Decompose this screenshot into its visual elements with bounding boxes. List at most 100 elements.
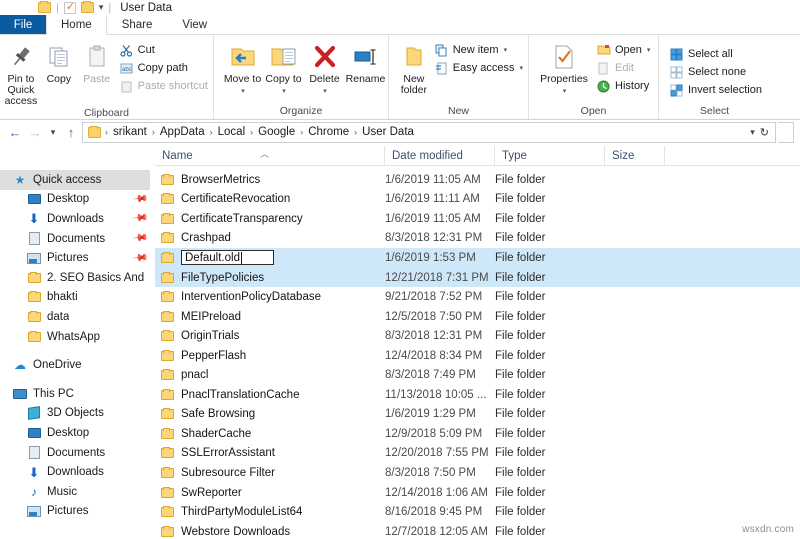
- sidebar-item-this-pc[interactable]: This PC: [0, 384, 150, 404]
- rename-button[interactable]: Rename: [345, 39, 386, 85]
- sidebar-item-pictures[interactable]: Pictures 📌: [0, 248, 150, 268]
- sidebar-item-2-seo-basics-and-in[interactable]: 2. SEO Basics And In: [0, 268, 150, 288]
- file-name-cell[interactable]: CertificateTransparency: [155, 212, 385, 225]
- chevron-down-icon[interactable]: ▾: [563, 88, 567, 95]
- sidebar-item-desktop[interactable]: Desktop: [0, 423, 150, 443]
- sidebar-item-quick-access[interactable]: ★ Quick access: [0, 170, 150, 190]
- select-none-button[interactable]: Select none: [666, 63, 765, 81]
- pin-icon[interactable]: 📌: [131, 230, 148, 246]
- breadcrumb-item-local[interactable]: Local: [215, 126, 249, 138]
- file-name-cell[interactable]: PnaclTranslationCache: [155, 388, 385, 401]
- easy-access-button[interactable]: Easy access ▾: [431, 59, 526, 77]
- new-folder-button[interactable]: New folder: [397, 39, 431, 96]
- copy-path-button[interactable]: abc Copy path: [116, 59, 211, 77]
- chevron-down-icon[interactable]: ▾: [282, 88, 286, 95]
- file-name-cell[interactable]: Safe Browsing: [155, 408, 385, 420]
- quick-access-folder-icon[interactable]: [38, 1, 51, 13]
- chevron-down-icon[interactable]: ▾: [323, 88, 327, 95]
- move-to-button[interactable]: Move to ▾: [222, 39, 263, 97]
- table-row[interactable]: Webstore Downloads 12/7/2018 12:05 AM File…: [155, 522, 800, 539]
- column-header-name[interactable]: Name ︿: [155, 145, 385, 166]
- paste-shortcut-button[interactable]: Paste shortcut: [116, 77, 211, 95]
- table-row[interactable]: CertificateTransparency 1/6/2019 11:05 AM…: [155, 209, 800, 229]
- properties-check-icon[interactable]: [63, 0, 76, 14]
- file-name-cell[interactable]: MEIPreload: [155, 310, 385, 323]
- tab-home[interactable]: Home: [46, 15, 107, 35]
- file-name-cell[interactable]: SwReporter: [155, 486, 385, 499]
- file-name-cell[interactable]: OriginTrials: [155, 330, 385, 342]
- table-row[interactable]: Subresource Filter 8/3/2018 7:50 PM File f…: [155, 463, 800, 483]
- table-row[interactable]: ShaderCache 12/9/2018 5:09 PM File folder: [155, 424, 800, 444]
- file-name-cell[interactable]: FileTypePolicies: [155, 271, 385, 284]
- table-row[interactable]: MEIPreload 12/5/2018 7:50 PM File folder: [155, 307, 800, 327]
- pin-icon[interactable]: 📌: [131, 191, 148, 207]
- table-row[interactable]: Safe Browsing 1/6/2019 1:29 PM File folder: [155, 405, 800, 425]
- file-name-cell[interactable]: InterventionPolicyDatabase: [155, 291, 385, 303]
- sidebar-item-3d-objects[interactable]: 3D Objects: [0, 404, 150, 424]
- back-arrow-icon[interactable]: ←: [6, 123, 24, 141]
- select-all-button[interactable]: Select all: [666, 45, 765, 63]
- recent-locations-caret-icon[interactable]: ▾: [46, 123, 60, 141]
- table-row[interactable]: ThirdPartyModuleList64 8/16/2018 9:45 PM F…: [155, 502, 800, 522]
- address-dropdown-icon[interactable]: ▾: [746, 127, 759, 138]
- column-header-size[interactable]: Size: [605, 145, 665, 166]
- chevron-down-icon[interactable]: ▾: [241, 88, 245, 95]
- tab-file[interactable]: File: [0, 15, 46, 34]
- file-name-cell[interactable]: Default.old: [155, 250, 385, 266]
- file-name-cell[interactable]: BrowserMetrics: [155, 173, 385, 186]
- file-name-cell[interactable]: Subresource Filter: [155, 466, 385, 479]
- history-button[interactable]: History: [593, 77, 653, 95]
- breadcrumb-item-google[interactable]: Google: [255, 126, 298, 138]
- cut-button[interactable]: Cut: [116, 41, 211, 59]
- file-name-cell[interactable]: CertificateRevocation: [155, 193, 385, 205]
- breadcrumb-item-user-data[interactable]: User Data: [359, 126, 417, 138]
- chevron-down-icon[interactable]: ▾: [99, 2, 104, 13]
- file-name-cell[interactable]: Webstore Downloads: [155, 525, 385, 538]
- column-header-type[interactable]: Type: [495, 145, 605, 166]
- pin-icon[interactable]: 📌: [131, 211, 148, 227]
- sidebar-item-onedrive[interactable]: ☁ OneDrive: [0, 355, 150, 375]
- open-button[interactable]: Open ▾: [593, 41, 653, 59]
- table-row[interactable]: CertificateRevocation 1/6/2019 11:11 AM Fi…: [155, 190, 800, 210]
- breadcrumb-folder-icon[interactable]: [88, 125, 101, 138]
- table-row[interactable]: SwReporter 12/14/2018 1:06 AM File folder: [155, 483, 800, 503]
- sidebar-item-documents[interactable]: Documents 📌: [0, 229, 150, 249]
- pin-icon[interactable]: 📌: [131, 250, 148, 266]
- table-row[interactable]: OriginTrials 8/3/2018 12:31 PM File folder: [155, 326, 800, 346]
- paste-button[interactable]: Paste: [78, 39, 116, 85]
- sidebar-item-desktop[interactable]: Desktop 📌: [0, 190, 150, 210]
- column-header-date-modified[interactable]: Date modified: [385, 145, 495, 166]
- table-row[interactable]: pnacl 8/3/2018 7:49 PM File folder: [155, 365, 800, 385]
- up-arrow-icon[interactable]: ↑: [62, 123, 80, 141]
- sidebar-item-documents[interactable]: Documents: [0, 443, 150, 463]
- new-folder-icon[interactable]: [80, 1, 94, 13]
- sidebar-item-bhakti[interactable]: bhakti: [0, 288, 150, 308]
- copy-to-button[interactable]: Copy to ▾: [263, 39, 304, 97]
- file-name-cell[interactable]: Crashpad: [155, 232, 385, 244]
- invert-selection-button[interactable]: Invert selection: [666, 81, 765, 99]
- file-name-cell[interactable]: PepperFlash: [155, 349, 385, 362]
- tab-view[interactable]: View: [167, 15, 222, 34]
- file-name-cell[interactable]: SSLErrorAssistant: [155, 447, 385, 459]
- copy-button[interactable]: Copy: [40, 39, 78, 85]
- breadcrumb-item-chrome[interactable]: Chrome: [305, 126, 352, 138]
- sidebar-item-downloads[interactable]: ⬇ Downloads 📌: [0, 209, 150, 229]
- file-name-cell[interactable]: ShaderCache: [155, 427, 385, 440]
- refresh-icon[interactable]: ↻: [760, 126, 772, 139]
- chevron-down-icon[interactable]: ▾: [504, 46, 508, 54]
- sidebar-item-downloads[interactable]: ⬇ Downloads: [0, 462, 150, 482]
- table-row[interactable]: Crashpad 8/3/2018 12:31 PM File folder: [155, 229, 800, 249]
- table-row[interactable]: FileTypePolicies 12/21/2018 7:31 PM File f…: [155, 267, 800, 288]
- properties-button[interactable]: Properties ▾: [535, 39, 593, 97]
- table-row[interactable]: SSLErrorAssistant 12/20/2018 7:55 PM File …: [155, 444, 800, 464]
- sidebar-item-music[interactable]: ♪ Music: [0, 482, 150, 502]
- file-name-cell[interactable]: ThirdPartyModuleList64: [155, 506, 385, 518]
- table-row[interactable]: InterventionPolicyDatabase 9/21/2018 7:52…: [155, 287, 800, 307]
- delete-button[interactable]: Delete ▾: [304, 39, 345, 97]
- breadcrumb[interactable]: › srikant › AppData › Local › Google › C…: [82, 121, 776, 143]
- sidebar-item-whatsapp[interactable]: WhatsApp: [0, 327, 150, 347]
- table-row[interactable]: Default.old 1/6/2019 1:53 PM File folder: [155, 248, 800, 268]
- table-row[interactable]: PepperFlash 12/4/2018 8:34 PM File folder: [155, 346, 800, 366]
- rename-input[interactable]: Default.old: [181, 250, 274, 266]
- navigation-pane[interactable]: ★ Quick access Desktop 📌 ⬇ Downloads 📌 Document…: [0, 166, 150, 539]
